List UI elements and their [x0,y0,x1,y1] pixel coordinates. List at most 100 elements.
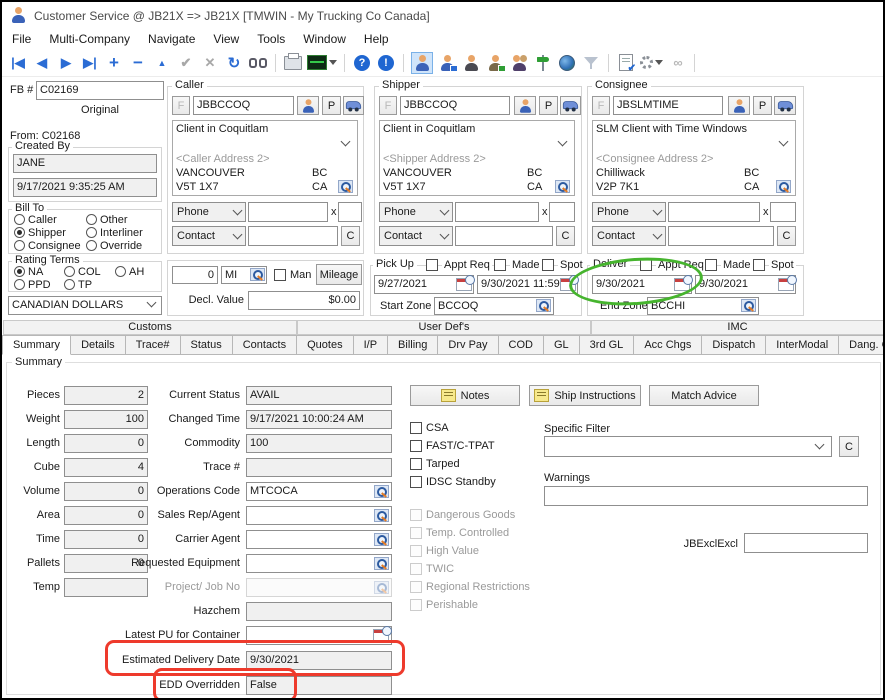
tab-3rd-gl[interactable]: 3rd GL [580,335,635,355]
consignee-f-button[interactable]: F [592,96,610,115]
consignee-contact-select[interactable]: Contact [592,226,666,246]
tab-quotes[interactable]: Quotes [297,335,353,355]
tab-status[interactable]: Status [181,335,233,355]
tarped-checkbox[interactable] [410,458,422,470]
shipper-phone-select[interactable]: Phone [379,202,453,222]
tab-cod[interactable]: COD [499,335,544,355]
tab-billing[interactable]: Billing [388,335,438,355]
jbexclexcl-field[interactable] [744,533,868,553]
caller-phone-select[interactable]: Phone [172,202,246,222]
tab-trace[interactable]: Trace# [126,335,181,355]
add-record-button[interactable]: + [104,53,124,73]
rating-na-radio[interactable] [14,266,25,277]
customer-search-button[interactable] [411,52,433,74]
caller-zone-lookup-icon[interactable] [338,180,353,193]
rating-ppd-radio[interactable] [14,279,25,290]
caller-f-button[interactable]: F [172,96,190,115]
pickup-spot-checkbox[interactable] [542,259,554,271]
decl-value-field[interactable]: $0.00 [248,291,360,310]
web-globe-button[interactable] [557,53,577,73]
shipper-zone-lookup-icon[interactable] [555,180,570,193]
start-zone-lookup-icon[interactable] [536,299,551,312]
carrier-agent-field[interactable] [246,530,392,549]
bill-to-interliner-radio[interactable] [86,227,97,238]
help-button[interactable]: ? [352,53,372,73]
consignee-contact-field[interactable] [668,226,774,246]
sales-rep-lookup-icon[interactable] [374,509,389,522]
man-checkbox[interactable] [274,269,286,281]
report-document-button[interactable] [616,53,636,73]
caller-truck-button[interactable] [343,96,364,115]
menu-tools[interactable]: Tools [257,32,285,46]
bill-to-caller-radio[interactable] [14,214,25,225]
tab-dispatch[interactable]: Dispatch [702,335,766,355]
delete-record-button[interactable]: − [128,53,148,73]
shipper-ext-field[interactable] [549,202,575,222]
bill-to-override-radio[interactable] [86,240,97,251]
commodity-field[interactable]: 100 [246,434,392,453]
caller-client-button[interactable] [297,96,319,115]
specific-filter-select[interactable] [544,436,832,457]
bill-to-shipper-radio[interactable] [14,227,25,238]
shipper-truck-button[interactable] [560,96,581,115]
mileage-distance-field[interactable]: 0 [172,266,218,284]
tab-contacts[interactable]: Contacts [233,335,297,355]
cancel-button[interactable]: ✕ [200,53,220,73]
accept-button[interactable]: ✔ [176,53,196,73]
caller-ext-field[interactable] [338,202,362,222]
warnings-field[interactable] [544,486,868,506]
menu-navigate[interactable]: Navigate [148,32,195,46]
agent-search-button[interactable] [461,53,481,73]
caller-contact-field[interactable] [248,226,338,246]
deliver-appt-req-checkbox[interactable] [640,259,652,271]
requested-equipment-lookup-icon[interactable] [374,557,389,570]
consignee-client-button[interactable] [728,96,750,115]
mileage-button[interactable]: Mileage [316,264,362,285]
settings-gear-button[interactable] [640,53,663,73]
next-record-button[interactable]: ▶ [56,53,76,73]
pickup-made-checkbox[interactable] [494,259,506,271]
latest-pu-field[interactable] [246,626,392,645]
menu-help[interactable]: Help [364,32,389,46]
tab-user-defs[interactable]: User Def's [297,320,591,335]
caller-c-button[interactable]: C [341,226,360,246]
unlink-button[interactable]: ∞ [667,53,687,73]
deliver-date-from-calendar-icon[interactable] [674,278,690,291]
carrier-agent-lookup-icon[interactable] [374,533,389,546]
consignee-phone-select[interactable]: Phone [592,202,666,222]
tab-customs[interactable]: Customs [3,320,297,335]
print-button[interactable] [283,53,303,73]
shipper-c-button[interactable]: C [556,226,575,246]
currency-select[interactable]: CANADIAN DOLLARS [8,296,162,315]
consignee-truck-button[interactable] [774,96,796,115]
shipper-contact-select[interactable]: Contact [379,226,453,246]
rating-ah-radio[interactable] [115,266,126,277]
tab-acc-chgs[interactable]: Acc Chgs [634,335,702,355]
menu-view[interactable]: View [213,32,239,46]
tab-drv-pay[interactable]: Drv Pay [438,335,498,355]
idsc-standby-checkbox[interactable] [410,476,422,488]
latest-pu-calendar-icon[interactable] [373,629,389,642]
csa-checkbox[interactable] [410,422,422,434]
pickup-appt-req-checkbox[interactable] [426,259,438,271]
consignee-phone-field[interactable] [668,202,760,222]
rating-tp-radio[interactable] [64,279,75,290]
find-binoculars-icon[interactable] [248,53,268,73]
menu-window[interactable]: Window [303,32,346,46]
notes-button[interactable]: Notes [410,385,520,406]
tab-dang-goods[interactable]: Dang. Go [839,335,883,355]
menu-multi-company[interactable]: Multi-Company [49,32,130,46]
consignee-p-button[interactable]: P [753,96,772,115]
first-record-button[interactable]: |◀ [8,53,28,73]
pickup-date-from-calendar-icon[interactable] [456,278,472,291]
shipper-client-button[interactable] [514,96,536,115]
consignee-c-button[interactable]: C [777,226,796,246]
caller-phone-field[interactable] [248,202,328,222]
deliver-made-checkbox[interactable] [705,259,717,271]
previous-record-button[interactable]: ◀ [32,53,52,73]
tab-details[interactable]: Details [71,335,126,355]
filter-funnel-button[interactable] [581,53,601,73]
sales-rep-field[interactable] [246,506,392,525]
caller-p-button[interactable]: P [322,96,341,115]
trip-signpost-button[interactable] [533,53,553,73]
